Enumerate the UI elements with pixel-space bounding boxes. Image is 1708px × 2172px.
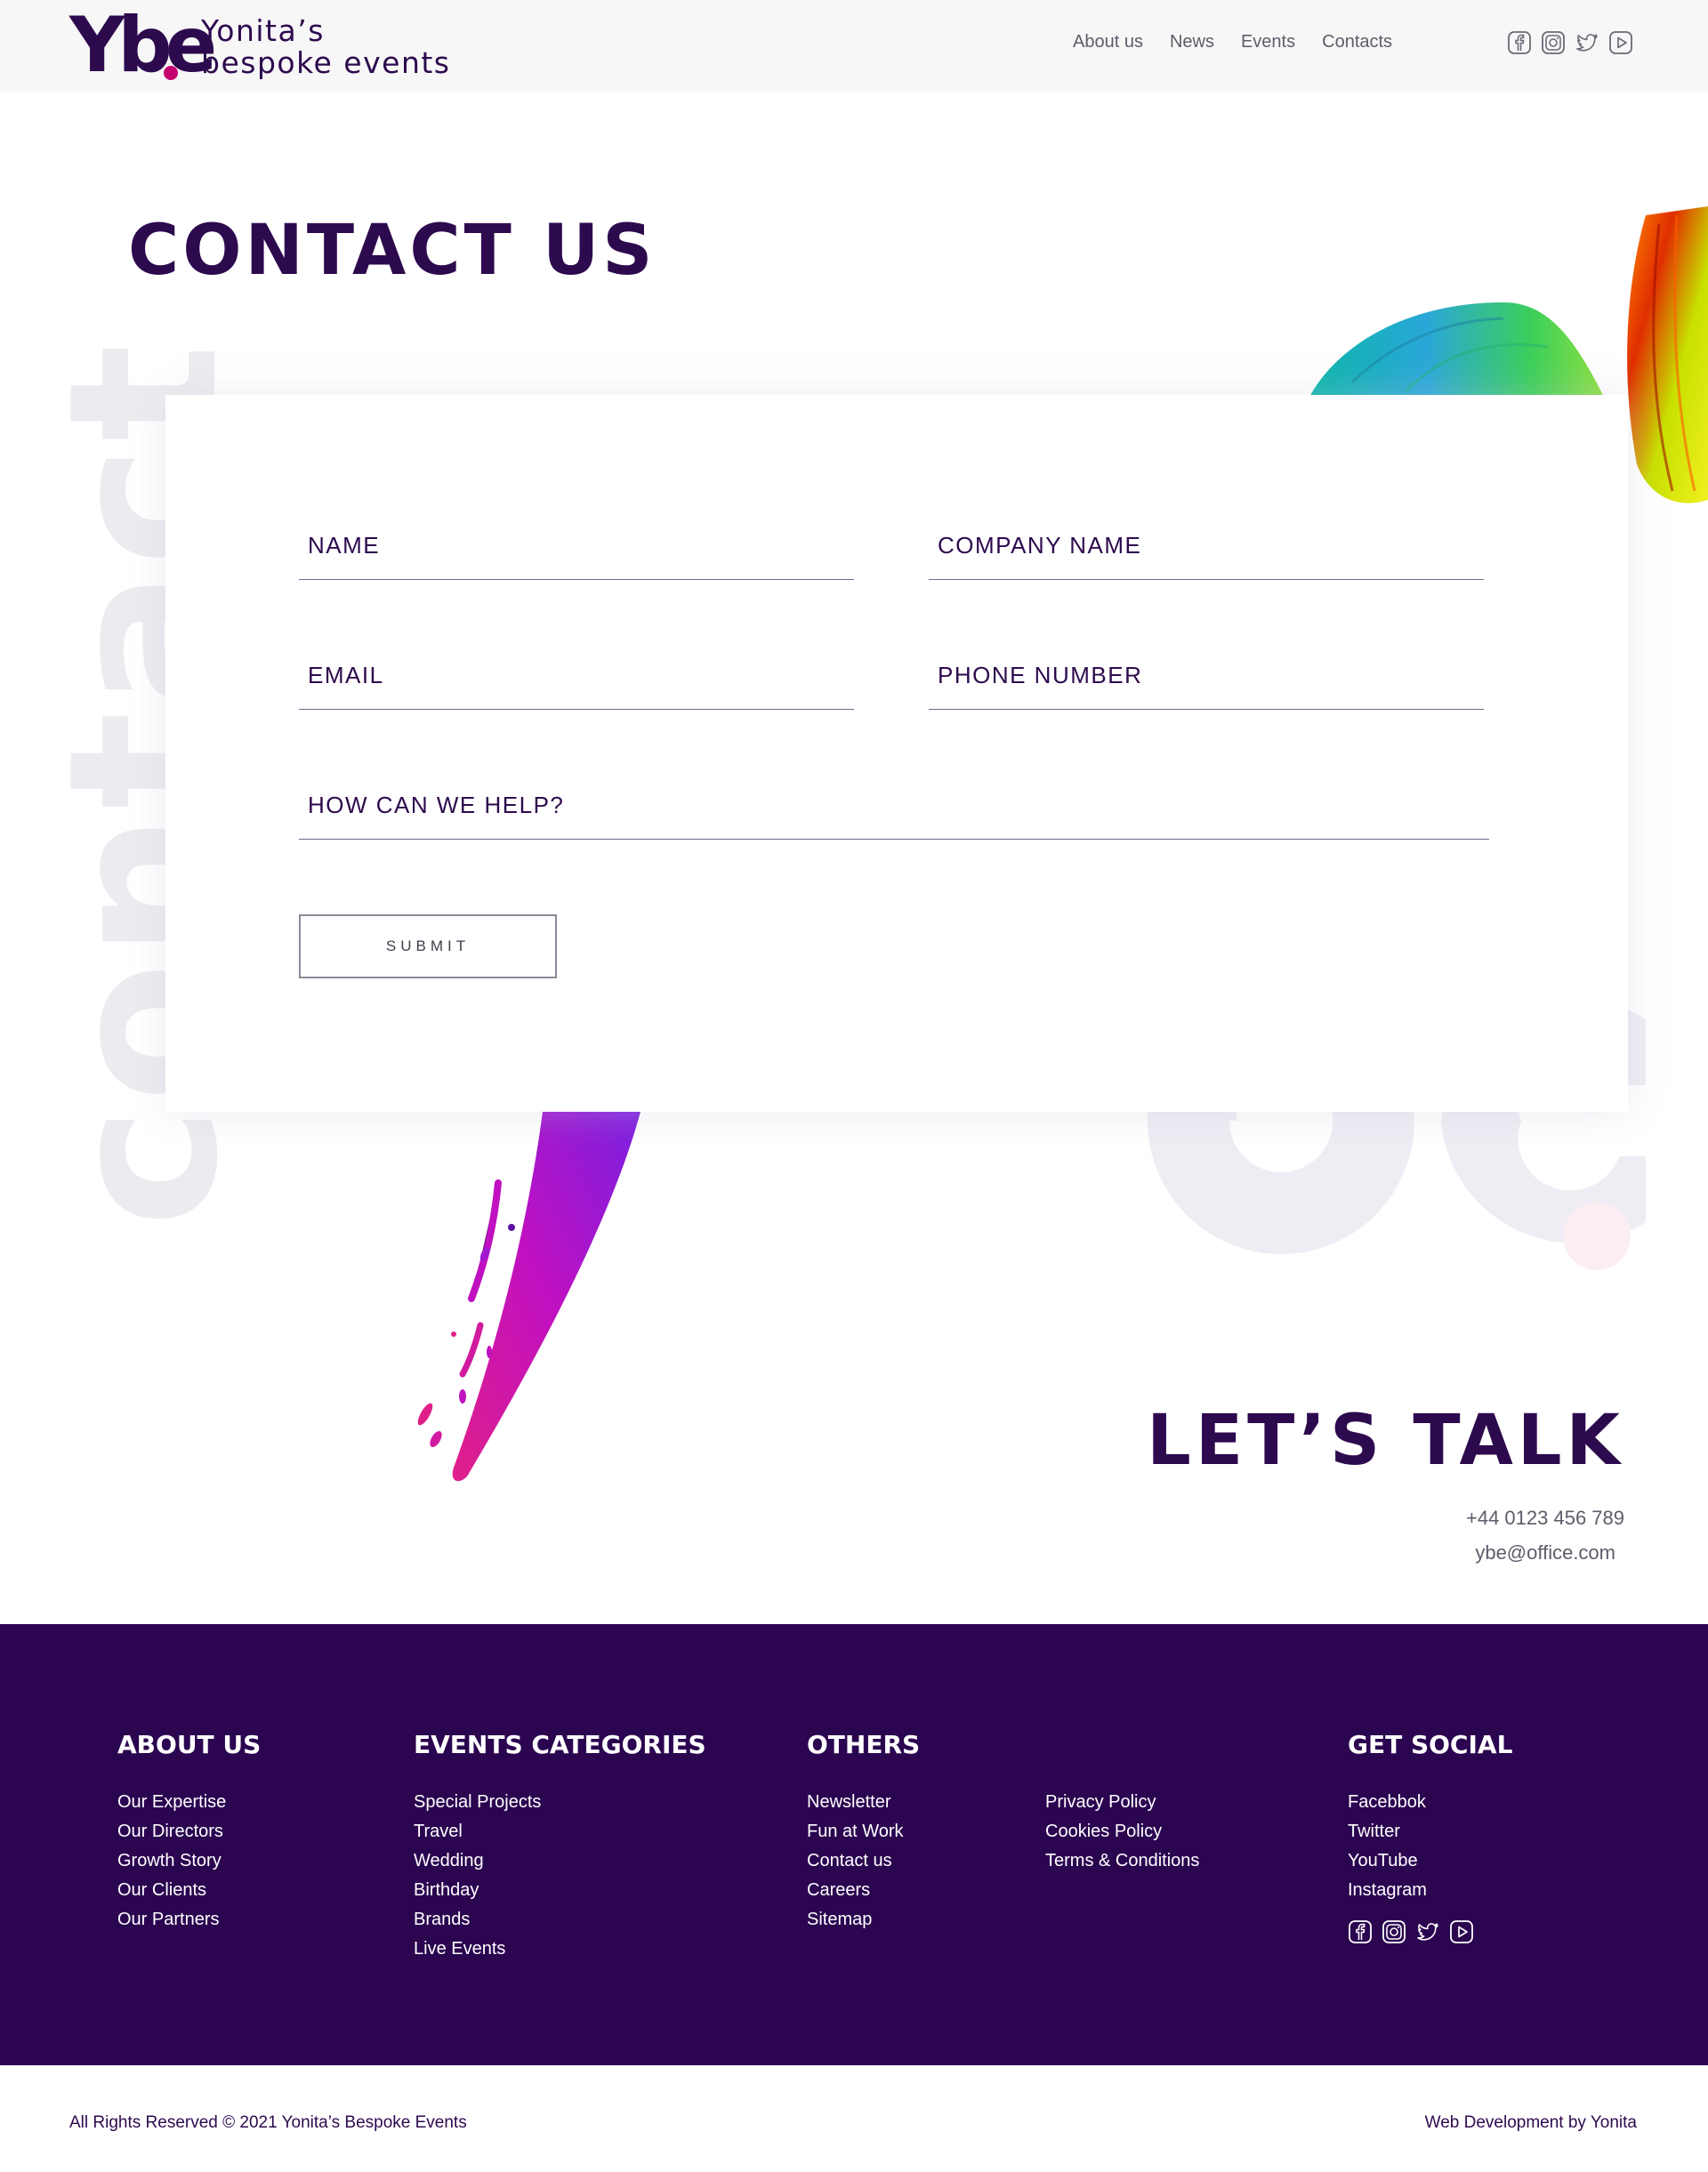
footer-link[interactable]: Instagram	[1348, 1876, 1512, 1905]
message-field[interactable]: HOW CAN WE HELP?	[299, 745, 1489, 840]
developer-credit[interactable]: Web Development by Yonita	[1425, 2113, 1637, 2133]
twitter-icon[interactable]	[1415, 1919, 1440, 1944]
site-header: Ybe Yonita’s bespoke events About us New…	[0, 0, 1708, 93]
footer-social-title: GET SOCIAL	[1348, 1730, 1513, 1759]
nav-item-contacts[interactable]: Contacts	[1322, 32, 1392, 52]
logo-mark-text: Ybe	[69, 1, 217, 90]
footer-link[interactable]: Facebbok	[1348, 1788, 1512, 1817]
footer-about-title: ABOUT US	[117, 1730, 262, 1759]
footer-link[interactable]: Terms & Conditions	[1045, 1846, 1199, 1876]
message-field-label: HOW CAN WE HELP?	[308, 792, 565, 818]
brand-name-line2: bespoke events	[201, 45, 451, 80]
youtube-icon[interactable]	[1449, 1919, 1474, 1944]
footer-categories-title: EVENTS CATEGORIES	[414, 1730, 706, 1759]
footer-categories-column: EVENTS CATEGORIES Special Projects Trave…	[414, 1729, 706, 1964]
footer-link[interactable]: Wedding	[414, 1846, 706, 1876]
email-field-label: EMAIL	[308, 662, 384, 688]
nav-item-events[interactable]: Events	[1241, 32, 1295, 52]
footer-link[interactable]: Travel	[414, 1817, 706, 1846]
contact-email[interactable]: ybe@office.com	[1475, 1541, 1615, 1565]
footer-link[interactable]: Our Directors	[117, 1817, 261, 1846]
footer-link[interactable]: Twitter	[1348, 1817, 1512, 1846]
brand-name: Yonita’s bespoke events	[201, 15, 451, 79]
name-field-label: NAME	[308, 532, 381, 559]
name-field[interactable]: NAME	[299, 493, 854, 580]
copyright-text: All Rights Reserved © 2021 Yonita’s Besp…	[69, 2113, 467, 2132]
facebook-icon[interactable]	[1507, 30, 1532, 55]
twitter-icon[interactable]	[1575, 30, 1599, 55]
footer-link[interactable]: Our Expertise	[117, 1788, 261, 1817]
site-footer: ABOUT US Our Expertise Our Directors Gro…	[0, 1624, 1708, 2065]
brand-name-line1: Yonita’s	[201, 13, 325, 48]
instagram-icon[interactable]	[1382, 1919, 1406, 1944]
footer-about-column: ABOUT US Our Expertise Our Directors Gro…	[117, 1729, 261, 1935]
lets-talk-heading: LET’S TALK	[1147, 1401, 1624, 1481]
company-name-field-label: COMPANY NAME	[938, 532, 1142, 559]
phone-number-field-label: PHONE NUMBER	[938, 662, 1143, 688]
header-social-icons	[1507, 30, 1633, 55]
footer-link[interactable]: Careers	[807, 1876, 920, 1905]
contact-form-card: NAME COMPANY NAME EMAIL PHONE NUMBER HOW…	[165, 395, 1628, 1112]
facebook-icon[interactable]	[1348, 1919, 1373, 1944]
decorative-paint-splash	[417, 1112, 640, 1482]
footer-link[interactable]: Cookies Policy	[1045, 1817, 1199, 1846]
footer-link[interactable]: Our Partners	[117, 1905, 261, 1935]
contact-phone[interactable]: +44 0123 456 789	[1466, 1507, 1624, 1530]
logo-dot	[164, 66, 178, 80]
logo-mark: Ybe	[69, 7, 217, 84]
brand-logo[interactable]: Ybe Yonita’s bespoke events	[69, 7, 451, 84]
footer-link[interactable]: Brands	[414, 1905, 706, 1935]
footer-link[interactable]: Special Projects	[414, 1788, 706, 1817]
footer-social-column: GET SOCIAL Facebbok Twitter YouTube Inst…	[1348, 1729, 1512, 1944]
footer-social-icons	[1348, 1919, 1512, 1944]
footer-link[interactable]: Live Events	[414, 1935, 706, 1964]
footer-link[interactable]: Growth Story	[117, 1846, 261, 1876]
company-name-field[interactable]: COMPANY NAME	[929, 493, 1484, 580]
footer-others-column: OTHERS Newsletter Fun at Work Contact us…	[807, 1729, 920, 1935]
email-field[interactable]: EMAIL	[299, 617, 854, 710]
bottom-bar: All Rights Reserved © 2021 Yonita’s Besp…	[0, 2065, 1708, 2172]
footer-link[interactable]: Our Clients	[117, 1876, 261, 1905]
footer-others-column-2: Privacy Policy Cookies Policy Terms & Co…	[1045, 1788, 1199, 1876]
footer-link[interactable]: Fun at Work	[807, 1817, 920, 1846]
page-title: CONTACT US	[128, 211, 657, 291]
footer-others-title: OTHERS	[807, 1730, 921, 1759]
footer-link[interactable]: Newsletter	[807, 1788, 920, 1817]
instagram-icon[interactable]	[1541, 30, 1566, 55]
footer-link[interactable]: Sitemap	[807, 1905, 920, 1935]
footer-link[interactable]: Birthday	[414, 1876, 706, 1905]
footer-link[interactable]: Contact us	[807, 1846, 920, 1876]
phone-number-field[interactable]: PHONE NUMBER	[929, 617, 1484, 710]
main-nav: About us News Events Contacts	[1073, 32, 1392, 52]
submit-button[interactable]: SUBMIT	[299, 914, 557, 978]
decorative-paint-wave	[1308, 302, 1606, 400]
footer-link[interactable]: Privacy Policy	[1045, 1788, 1199, 1817]
nav-item-about-us[interactable]: About us	[1073, 32, 1143, 52]
youtube-icon[interactable]	[1608, 30, 1633, 55]
footer-link[interactable]: YouTube	[1348, 1846, 1512, 1876]
nav-item-news[interactable]: News	[1170, 32, 1214, 52]
